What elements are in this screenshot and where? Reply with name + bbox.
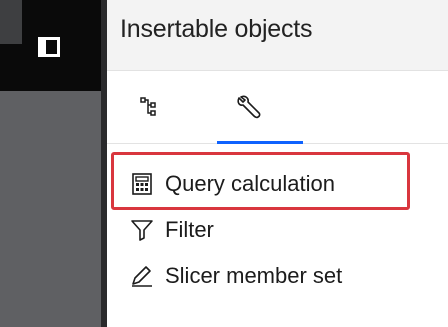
tab-toolbox[interactable] (217, 71, 303, 144)
list-item-filter[interactable]: Filter (129, 210, 214, 250)
wrench-icon (237, 95, 261, 119)
toggle-panel-icon[interactable] (38, 37, 60, 57)
left-rail (0, 0, 101, 327)
data-tree-icon (140, 97, 156, 116)
filter-icon (129, 217, 155, 243)
slicer-pen-icon (129, 263, 155, 289)
panel-title: Insertable objects (120, 15, 313, 43)
tab-source-tree[interactable] (125, 71, 175, 143)
left-rail-header (0, 0, 101, 91)
list-item-label: Filter (165, 217, 214, 242)
panel-header: Insertable objects (107, 0, 448, 71)
highlight-box (111, 152, 410, 210)
tab-bar (107, 71, 448, 144)
rail-corner (0, 0, 22, 44)
list-item-slicer-member-set[interactable]: Slicer member set (129, 256, 342, 296)
insertable-objects-panel: Insertable objects Query calculation Fil… (107, 0, 448, 327)
list-item-label: Slicer member set (165, 263, 343, 288)
